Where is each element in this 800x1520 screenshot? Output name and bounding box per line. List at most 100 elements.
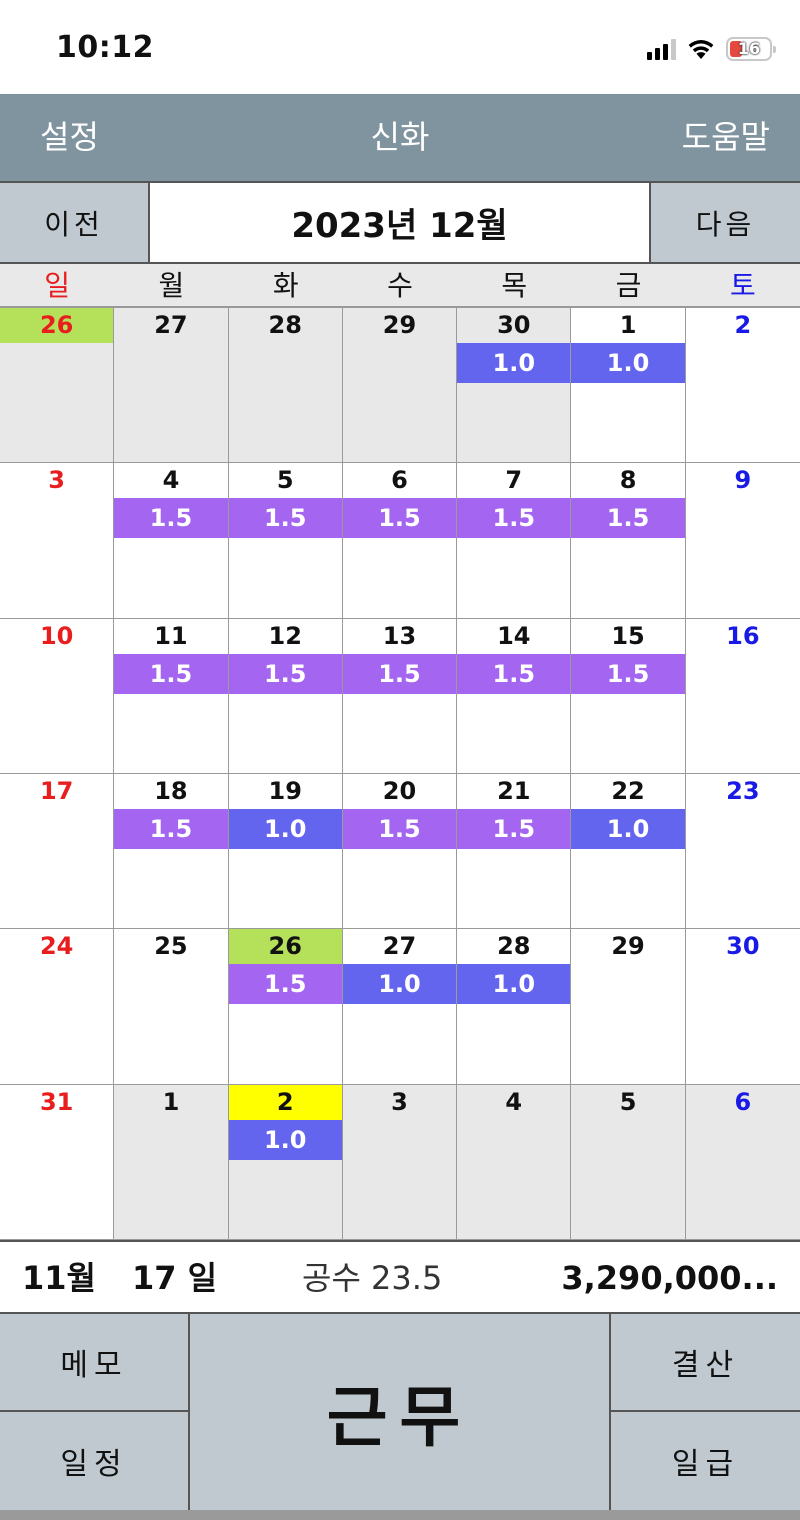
daily-wage-button[interactable]: 일급 <box>609 1412 800 1510</box>
day-cell[interactable]: 26 1.5 <box>228 929 343 1085</box>
day-number: 3 <box>48 466 65 495</box>
day-cell[interactable]: 4 1.5 <box>114 463 229 619</box>
day-cell[interactable]: 19 1.0 <box>228 773 343 930</box>
day-number: 19 <box>268 776 302 805</box>
day-cell[interactable]: 30 <box>685 929 800 1085</box>
work-entry-bar: 1.0 <box>571 343 685 383</box>
bottom-panel: 메모 일정 근무 결산 일급 <box>0 1314 800 1510</box>
day-number: 4 <box>505 1087 523 1116</box>
status-bar: 10:12 16 <box>0 0 800 94</box>
work-entry-bar: 1.5 <box>114 808 228 849</box>
schedule-button[interactable]: 일정 <box>0 1412 190 1510</box>
day-cell[interactable]: 5 <box>571 1084 686 1240</box>
weekday-header: 일 월 화 수 목 금 토 <box>0 264 800 308</box>
day-number: 22 <box>611 776 645 805</box>
day-cell[interactable]: 4 <box>457 1084 572 1240</box>
work-entry-bar: 1.5 <box>228 498 342 539</box>
top-nav: 신화 설정 도움말 <box>0 94 800 181</box>
help-button[interactable]: 도움말 <box>682 94 770 181</box>
day-cell[interactable]: 28 1.0 <box>457 929 572 1085</box>
day-cell[interactable]: 13 1.5 <box>342 618 458 774</box>
day-number: 11 <box>154 621 188 650</box>
day-cell[interactable]: 9 <box>685 463 800 619</box>
settings-button[interactable]: 설정 <box>40 94 99 181</box>
day-cell[interactable]: 10 <box>0 618 115 774</box>
day-number: 2 <box>734 311 752 339</box>
day-number: 30 <box>726 932 760 961</box>
day-cell[interactable]: 14 1.5 <box>457 618 572 774</box>
day-number: 21 <box>497 776 531 805</box>
day-number: 1 <box>619 311 637 339</box>
day-cell[interactable]: 6 1.5 <box>342 463 458 619</box>
work-entry-bar: 1.5 <box>457 808 571 849</box>
day-cell[interactable]: 20 1.5 <box>342 773 458 930</box>
day-number: 26 <box>228 929 342 965</box>
day-cell[interactable]: 5 1.5 <box>228 463 343 619</box>
day-cell[interactable]: 31 <box>0 1084 115 1240</box>
day-number: 27 <box>154 311 188 339</box>
day-number: 27 <box>382 932 417 961</box>
day-number: 14 <box>497 621 531 650</box>
day-cell[interactable]: 18 1.5 <box>114 773 229 930</box>
work-entry-bar: 1.5 <box>114 653 228 694</box>
day-number: 5 <box>619 1087 637 1116</box>
day-cell[interactable]: 26 <box>0 308 115 464</box>
day-cell[interactable]: 15 1.5 <box>571 618 686 774</box>
prev-month-button[interactable]: 이전 <box>0 183 148 262</box>
wifi-icon <box>688 40 714 59</box>
month-bar: 이전 2023년 12월 다음 <box>0 181 800 264</box>
day-cell[interactable]: 27 1.0 <box>342 929 458 1085</box>
work-entry-bar: 1.5 <box>342 808 457 849</box>
memo-button[interactable]: 메모 <box>0 1314 190 1412</box>
day-cell[interactable]: 12 1.5 <box>228 618 343 774</box>
day-cell[interactable]: 2 <box>685 308 800 464</box>
day-cell[interactable]: 27 <box>114 308 229 464</box>
day-cell[interactable]: 23 <box>685 773 800 930</box>
day-number: 5 <box>276 466 294 495</box>
day-number: 20 <box>382 776 417 805</box>
day-cell[interactable]: 17 <box>0 773 115 930</box>
day-number: 13 <box>382 621 417 650</box>
next-month-button[interactable]: 다음 <box>651 183 800 262</box>
day-cell[interactable]: 24 <box>0 929 115 1085</box>
day-cell[interactable]: 8 1.5 <box>571 463 686 619</box>
day-cell[interactable]: 16 <box>685 618 800 774</box>
app-title: 신화 <box>370 118 430 156</box>
summary-month: 11월 <box>22 1259 96 1297</box>
day-cell[interactable]: 3 <box>0 463 115 619</box>
day-number: 23 <box>726 776 760 805</box>
day-cell[interactable]: 11 1.5 <box>114 618 229 774</box>
weekday-thu: 목 <box>501 269 528 302</box>
day-cell[interactable]: 7 1.5 <box>457 463 572 619</box>
day-number: 10 <box>39 621 74 650</box>
day-cell[interactable]: 3 <box>342 1084 458 1240</box>
day-cell[interactable]: 2 1.0 <box>228 1084 343 1240</box>
day-cell[interactable]: 1 <box>114 1084 229 1240</box>
day-number: 28 <box>268 311 302 339</box>
status-time: 10:12 <box>56 30 154 65</box>
battery-tip <box>773 46 776 53</box>
day-cell[interactable]: 28 <box>228 308 343 464</box>
work-entry-bar: 1.5 <box>457 653 571 694</box>
day-cell[interactable]: 6 <box>685 1084 800 1240</box>
day-number: 6 <box>734 1087 752 1116</box>
day-cell[interactable]: 29 <box>342 308 458 464</box>
weekday-sun: 일 <box>44 269 71 302</box>
day-cell[interactable]: 1 1.0 <box>571 308 686 464</box>
day-cell[interactable]: 21 1.5 <box>457 773 572 930</box>
day-number: 7 <box>505 466 523 495</box>
settlement-button[interactable]: 결산 <box>609 1314 800 1412</box>
weekday-tue: 화 <box>272 269 299 302</box>
day-number: 29 <box>382 311 417 339</box>
day-cell[interactable]: 30 1.0 <box>457 308 572 464</box>
day-cell[interactable]: 29 <box>571 929 686 1085</box>
day-number: 31 <box>39 1087 74 1116</box>
weekday-sat: 토 <box>729 269 756 302</box>
day-number: 2 <box>228 1084 342 1120</box>
work-button[interactable]: 근무 <box>190 1314 609 1510</box>
work-entry-bar: 1.5 <box>114 498 228 539</box>
day-cell[interactable]: 22 1.0 <box>571 773 686 930</box>
day-cell[interactable]: 25 <box>114 929 229 1085</box>
day-number: 26 <box>0 308 114 343</box>
day-number: 12 <box>268 621 302 650</box>
